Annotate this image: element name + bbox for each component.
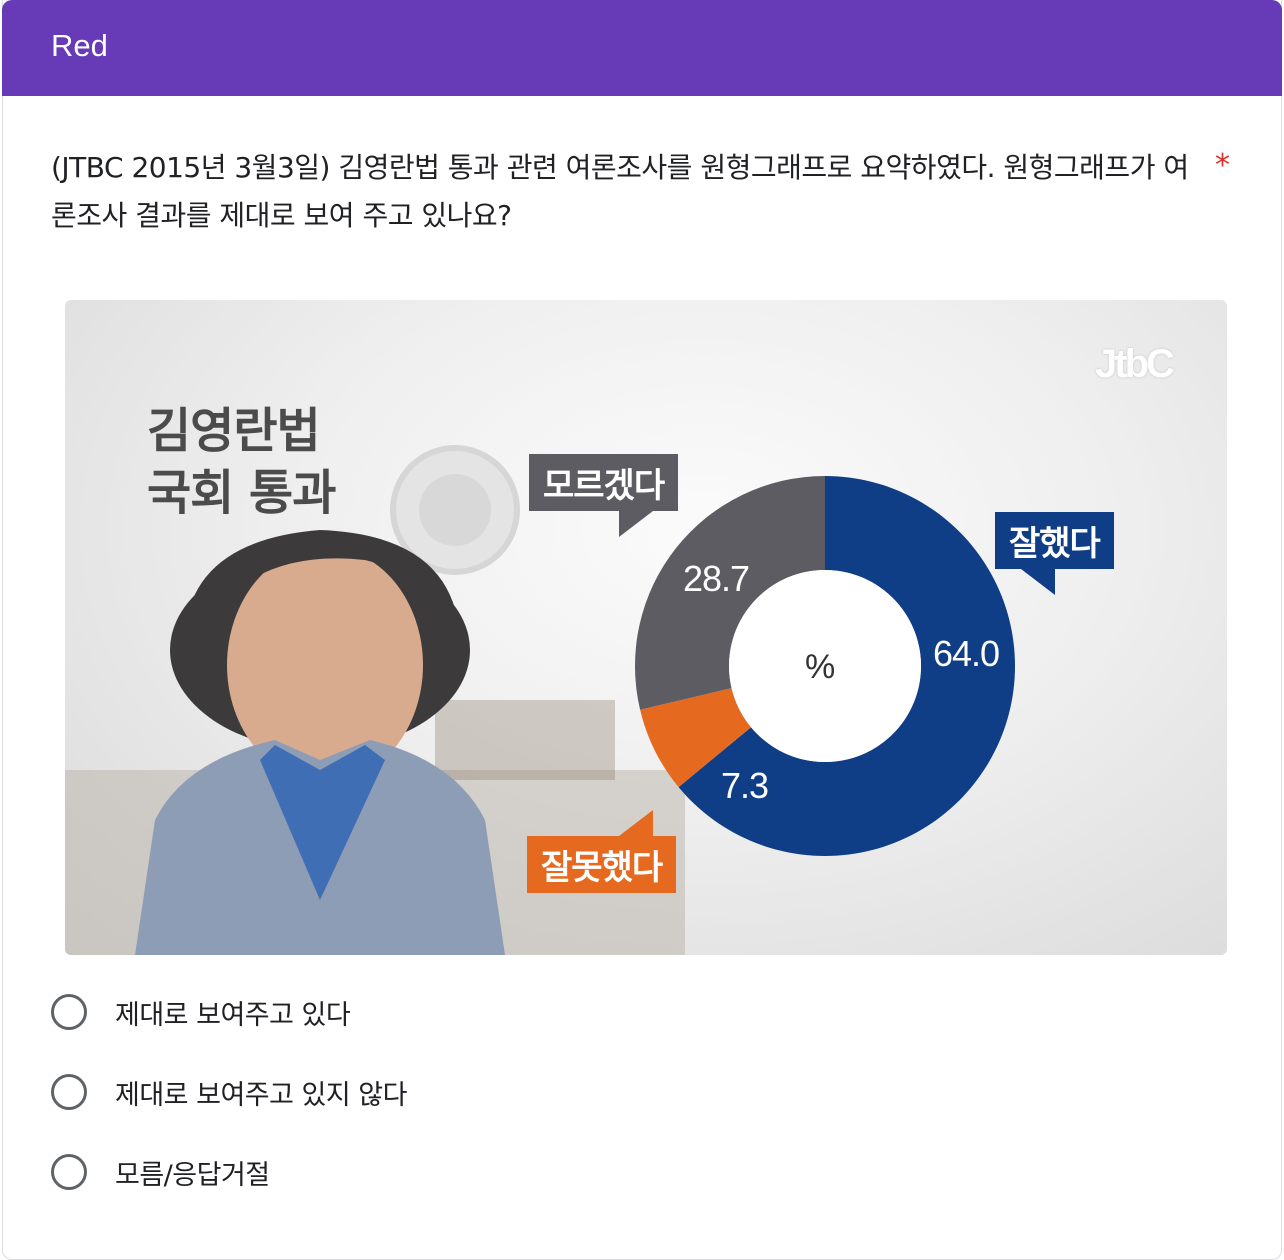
option-dont-know[interactable]: 모름/응답거절 (51, 1150, 270, 1194)
donut-center-label: % (805, 648, 836, 686)
option-label: 제대로 보여주고 있지 않다 (115, 1079, 408, 1111)
radio-button[interactable] (51, 994, 87, 1030)
radio-button[interactable] (51, 1154, 87, 1190)
question-image: 김영란법 국회 통과 JtbC 모르겠다 잘했다 잘못했다 64.0 7.3 2… (65, 300, 1227, 955)
tag-tail (619, 511, 653, 537)
tag-tail (1021, 569, 1055, 595)
tag-dont-know-label: 모르겠다 (543, 466, 665, 506)
section-title: Red (51, 28, 108, 63)
section-header: Red (2, 0, 1282, 96)
option-shows-incorrectly[interactable]: 제대로 보여주고 있지 않다 (51, 1070, 408, 1114)
tag-did-wrong: 잘못했다 (527, 810, 677, 893)
radio-button[interactable] (51, 1074, 87, 1110)
value-label-did-well: 64.0 (933, 633, 1000, 674)
tag-tail (619, 810, 653, 836)
question-text: (JTBC 2015년 3월3일) 김영란법 통과 관련 여론조사를 원형그래프… (51, 151, 1189, 232)
tag-did-well-label: 잘했다 (1009, 524, 1101, 564)
option-label: 모름/응답거절 (115, 1159, 270, 1191)
required-marker: * (1215, 148, 1230, 183)
option-label: 제대로 보여주고 있다 (115, 999, 351, 1031)
tag-dont-know: 모르겠다 (529, 454, 679, 537)
tag-did-well: 잘했다 (995, 512, 1114, 595)
tag-did-wrong-label: 잘못했다 (541, 848, 663, 888)
option-shows-correctly[interactable]: 제대로 보여주고 있다 (51, 990, 351, 1034)
value-label-did-wrong: 7.3 (721, 765, 769, 806)
value-label-dont-know: 28.7 (683, 558, 750, 599)
